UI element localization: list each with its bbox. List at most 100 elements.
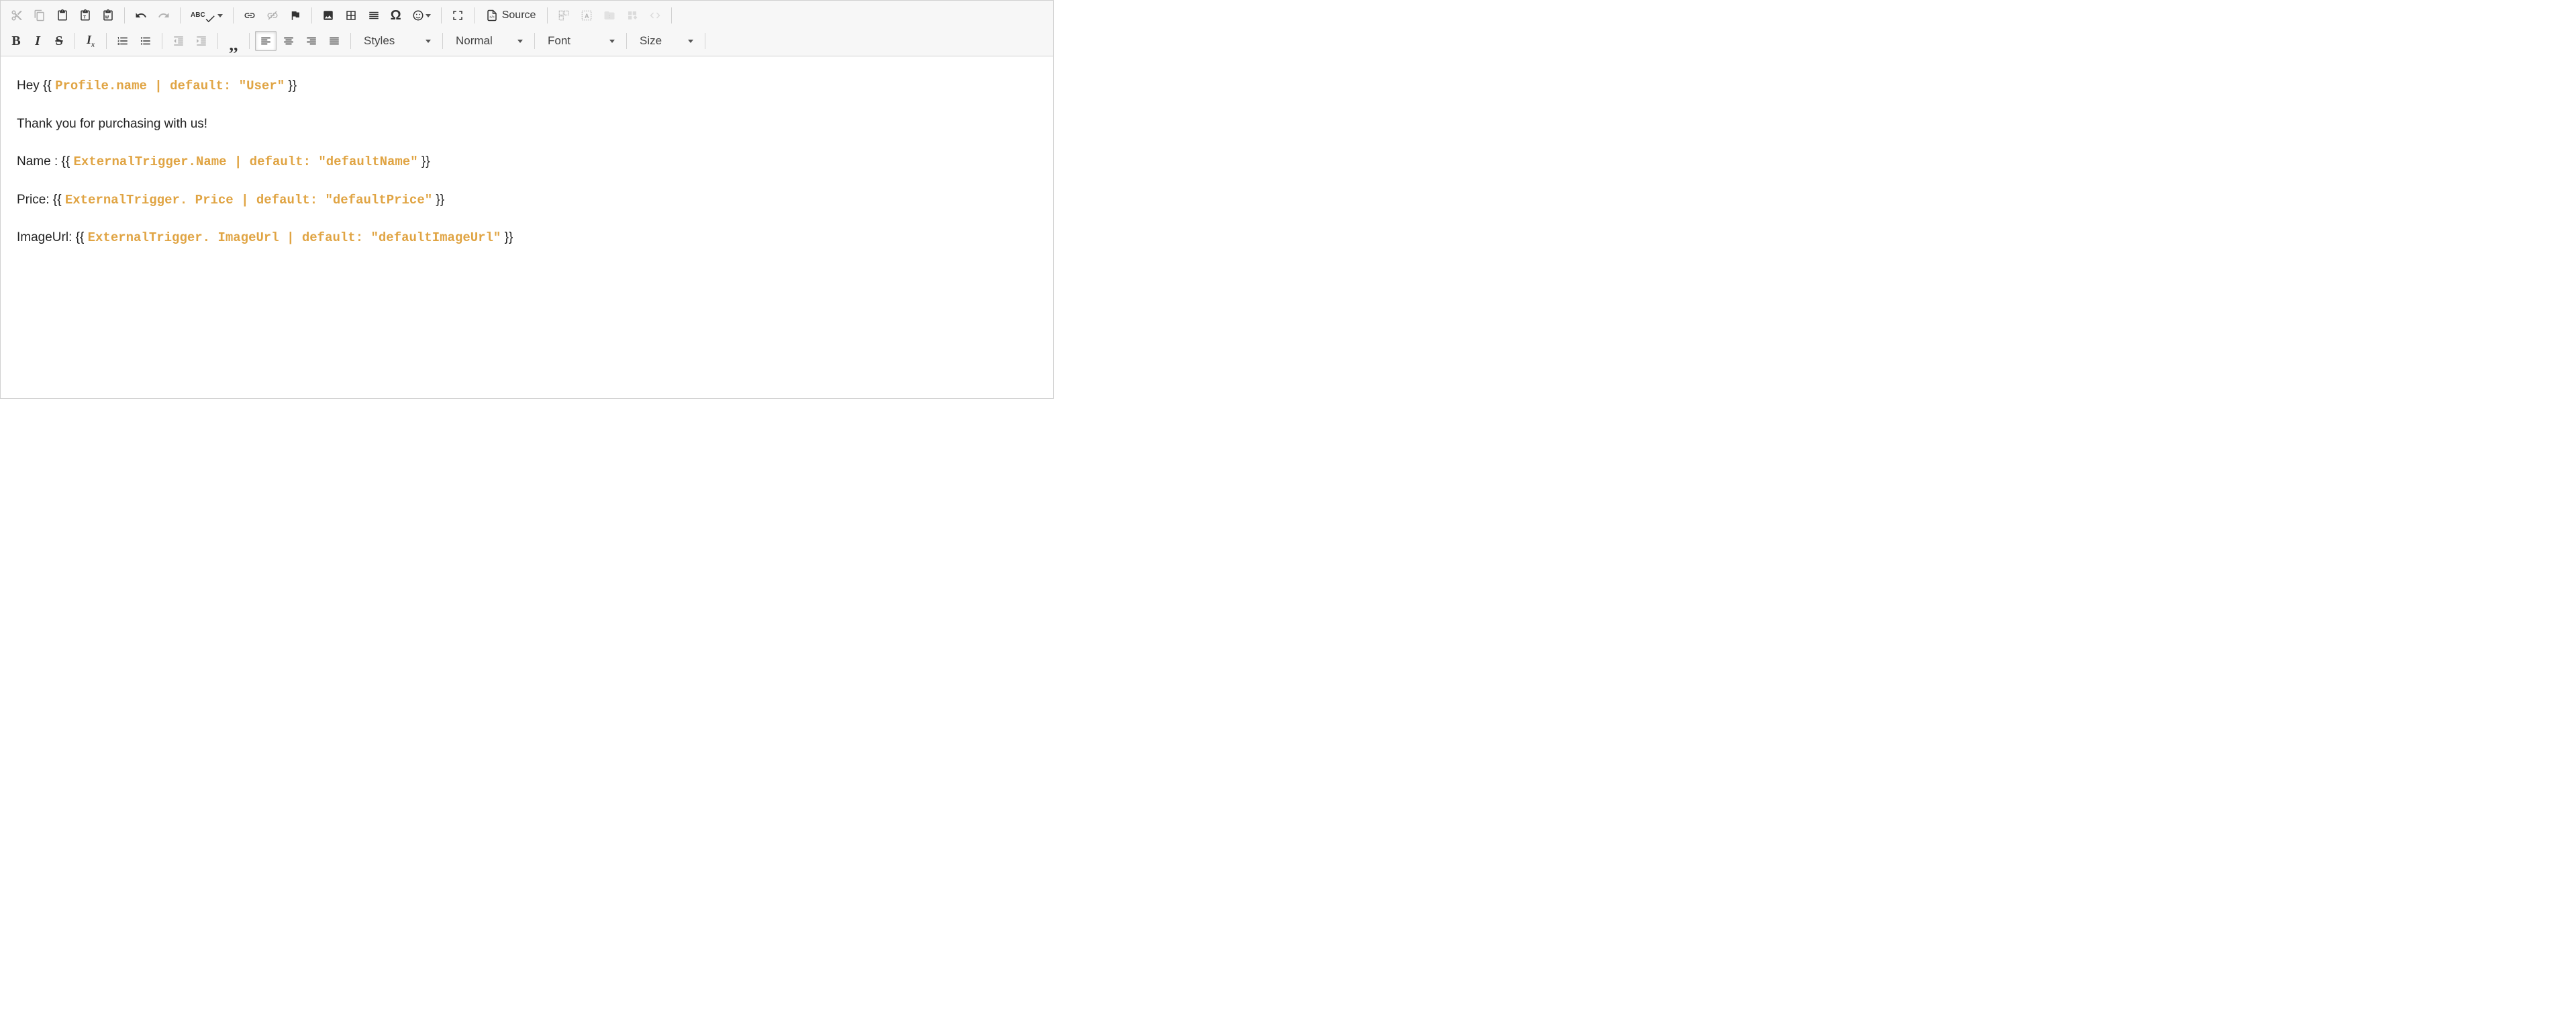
outdent-icon xyxy=(172,35,185,47)
link-button[interactable] xyxy=(239,5,260,26)
maximize-icon xyxy=(452,9,464,21)
horizontal-rule-button[interactable] xyxy=(363,5,385,26)
toolbar-separator xyxy=(626,33,627,49)
toolbar-separator xyxy=(474,7,475,24)
format-label: Normal xyxy=(456,34,493,48)
brace-close: }} xyxy=(501,230,513,244)
clipboard-icon xyxy=(56,9,68,21)
flag-icon xyxy=(289,9,301,21)
align-left-button[interactable] xyxy=(255,31,277,51)
indent-icon xyxy=(195,35,207,47)
source-label: Source xyxy=(502,9,536,21)
toolbar-separator xyxy=(249,33,250,49)
align-left-icon xyxy=(260,35,272,47)
scissors-icon xyxy=(11,9,23,21)
brace-close: }} xyxy=(418,154,430,169)
content-line-3[interactable]: Name : {{ ExternalTrigger.Name | default… xyxy=(17,152,1037,172)
link-icon xyxy=(244,9,256,21)
text-prefix: ImageUrl: xyxy=(17,230,76,244)
paste-text-button[interactable]: T xyxy=(75,5,96,26)
toolbar-separator xyxy=(547,7,548,24)
source-button[interactable]: </> Source xyxy=(480,5,542,26)
anchor-button[interactable] xyxy=(285,5,306,26)
toolbar-separator xyxy=(441,7,442,24)
special-char-button[interactable]: Ω xyxy=(386,5,406,26)
bold-button[interactable]: B xyxy=(6,31,26,51)
dropdown-caret-icon xyxy=(609,40,615,43)
blocks-icon xyxy=(558,9,570,21)
editor-content[interactable]: Hey {{ Profile.name | default: "User" }}… xyxy=(0,56,1054,399)
size-label: Size xyxy=(640,34,662,48)
toolbar-separator xyxy=(442,33,443,49)
italic-button[interactable]: I xyxy=(28,31,48,51)
svg-text:</>: </> xyxy=(489,15,495,19)
unlink-icon xyxy=(266,9,279,21)
image-button[interactable] xyxy=(317,5,339,26)
table-button[interactable] xyxy=(340,5,362,26)
font-select[interactable]: Font xyxy=(540,31,621,51)
align-right-icon xyxy=(305,35,317,47)
image-icon xyxy=(322,9,334,21)
emoji-button[interactable] xyxy=(407,5,436,26)
cut-button xyxy=(6,5,28,26)
italic-icon: I xyxy=(35,34,40,49)
redo-icon xyxy=(158,9,170,21)
styles-select[interactable]: Styles xyxy=(356,31,437,51)
brace-close: }} xyxy=(285,79,297,93)
brace-open: {{ xyxy=(53,193,65,207)
content-line-1[interactable]: Hey {{ Profile.name | default: "User" }} xyxy=(17,77,1037,96)
toolbar-separator xyxy=(671,7,672,24)
bold-icon: B xyxy=(11,34,20,49)
table-icon xyxy=(345,9,357,21)
new-page-button xyxy=(599,5,620,26)
format-select[interactable]: Normal xyxy=(448,31,529,51)
remove-format-icon: Ix xyxy=(87,33,95,49)
brace-open: {{ xyxy=(43,79,55,93)
remove-format-button[interactable]: Ix xyxy=(81,31,101,51)
select-all-button: A xyxy=(576,5,597,26)
numbered-list-icon xyxy=(117,35,129,47)
toolbar-separator xyxy=(106,33,107,49)
undo-icon xyxy=(135,9,147,21)
maximize-button[interactable] xyxy=(447,5,468,26)
bullet-list-icon xyxy=(140,35,152,47)
source-icon: </> xyxy=(486,9,498,21)
template-token: Profile.name | default: "User" xyxy=(55,79,285,93)
bullet-list-button[interactable] xyxy=(135,31,156,51)
blockquote-button[interactable]: ,, xyxy=(224,31,244,51)
brace-close: }} xyxy=(432,193,444,207)
numbered-list-button[interactable] xyxy=(112,31,134,51)
styles-label: Styles xyxy=(364,34,395,48)
dropdown-caret-icon xyxy=(688,40,693,43)
toolbar-separator xyxy=(311,7,312,24)
align-justify-button[interactable] xyxy=(324,31,345,51)
template-token: ExternalTrigger.Name | default: "default… xyxy=(74,154,418,169)
toolbar-separator xyxy=(180,7,181,24)
redo-button xyxy=(153,5,175,26)
indent-button xyxy=(191,31,212,51)
template-token: ExternalTrigger. Price | default: "defau… xyxy=(65,193,432,207)
paste-button[interactable] xyxy=(52,5,73,26)
undo-button[interactable] xyxy=(130,5,152,26)
svg-text:A: A xyxy=(585,13,589,19)
toolbar-separator xyxy=(124,7,125,24)
brace-open: {{ xyxy=(62,154,74,169)
brace-open: {{ xyxy=(76,230,88,244)
content-line-5[interactable]: ImageUrl: {{ ExternalTrigger. ImageUrl |… xyxy=(17,228,1037,248)
content-line-2[interactable]: Thank you for purchasing with us! xyxy=(17,115,1037,134)
paste-word-button[interactable]: W xyxy=(97,5,119,26)
strike-button[interactable]: S xyxy=(49,31,69,51)
text-prefix: Price: xyxy=(17,193,53,207)
unlink-button xyxy=(262,5,283,26)
align-right-button[interactable] xyxy=(301,31,322,51)
quote-icon: ,, xyxy=(230,40,238,49)
align-center-button[interactable] xyxy=(278,31,299,51)
size-select[interactable]: Size xyxy=(632,31,699,51)
svg-text:W: W xyxy=(105,16,109,20)
select-all-icon: A xyxy=(581,9,593,21)
copy-button xyxy=(29,5,50,26)
abc-icon: ABC xyxy=(191,12,205,19)
emoji-icon xyxy=(412,9,424,21)
content-line-4[interactable]: Price: {{ ExternalTrigger. Price | defau… xyxy=(17,191,1037,210)
spellcheck-button[interactable]: ABC xyxy=(186,5,228,26)
